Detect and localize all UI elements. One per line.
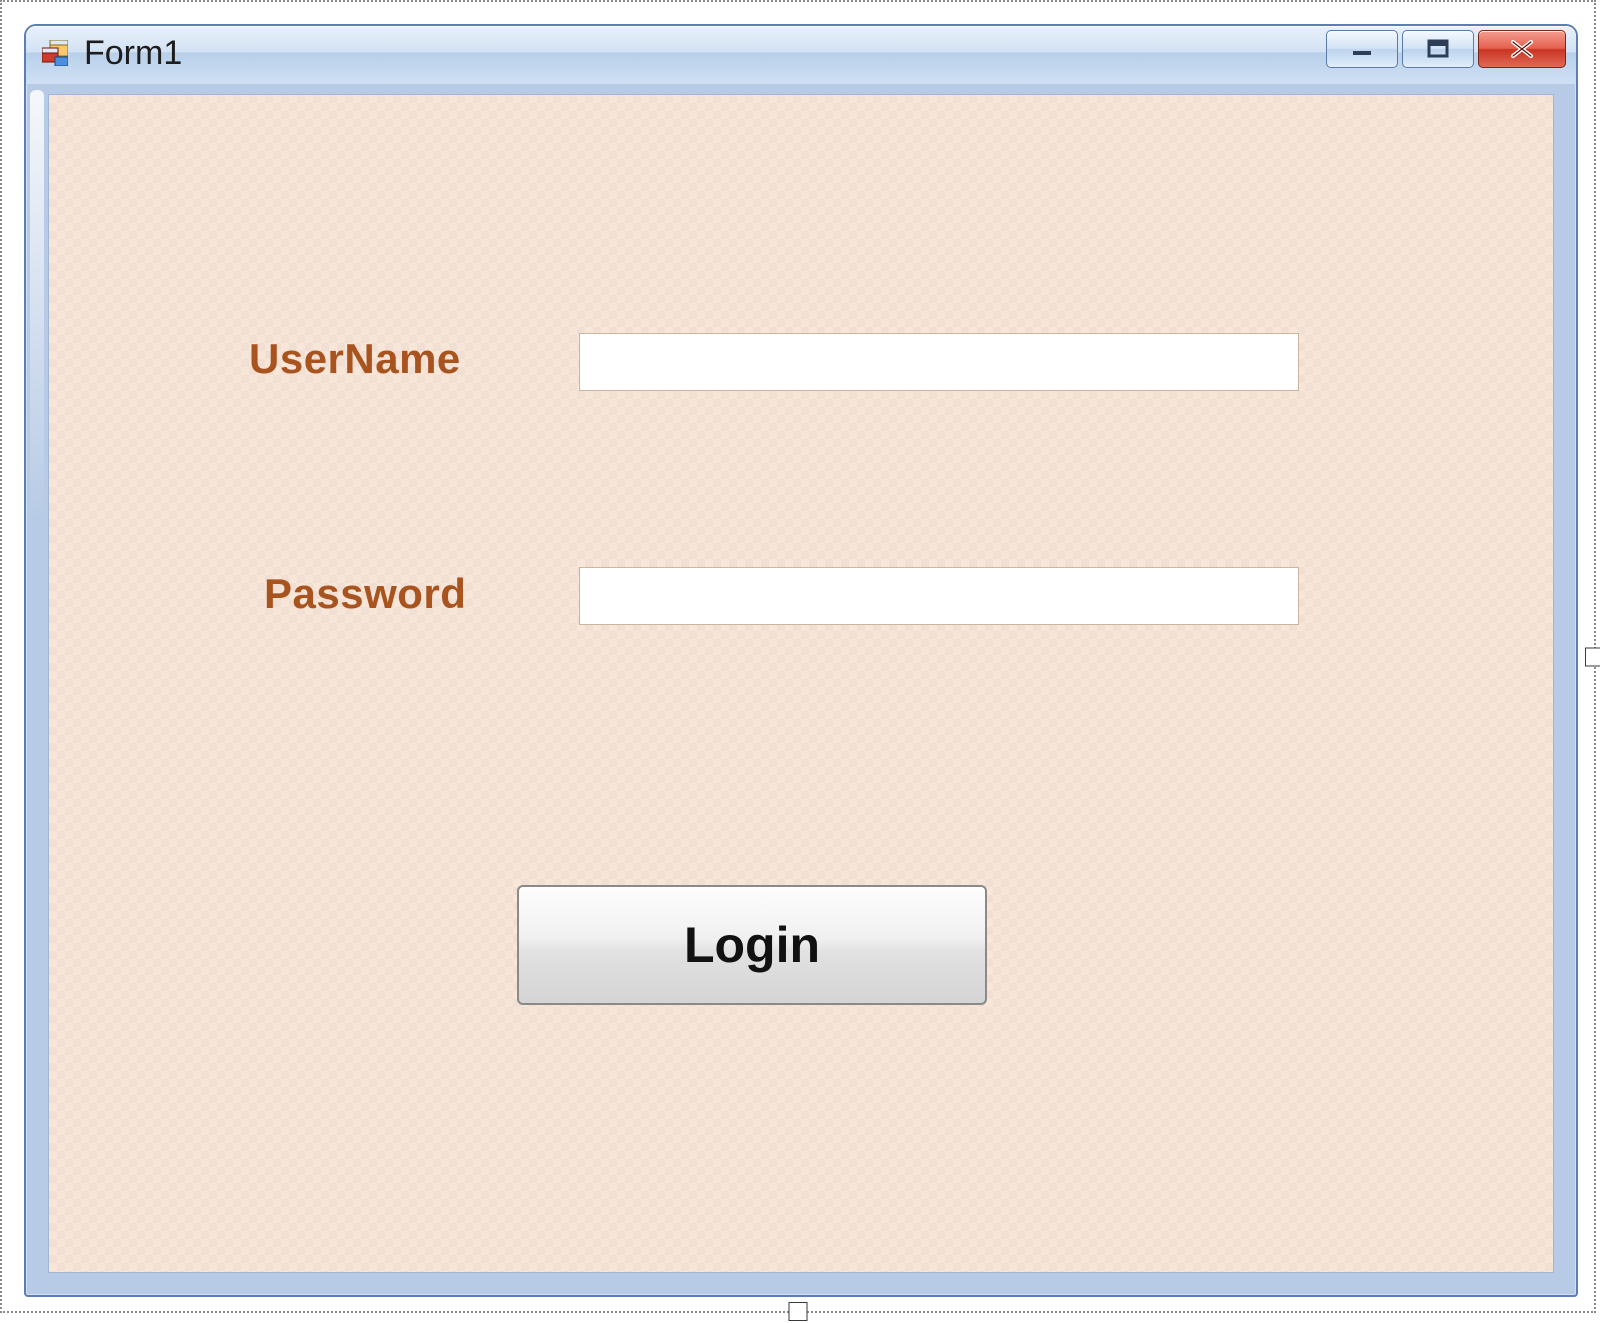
username-input[interactable] [579,333,1299,391]
password-input[interactable] [579,567,1299,625]
password-label: Password [264,570,466,618]
form-client-area: UserName Password Login [48,94,1554,1273]
window-title: Form1 [84,34,182,73]
window-titlebar[interactable]: Form1 [26,26,1576,84]
resize-handle-south[interactable] [789,1302,808,1321]
designer-canvas: Form1 [0,0,1596,1313]
form-window: Form1 [24,24,1578,1297]
maximize-button[interactable] [1402,30,1474,68]
minimize-icon [1349,40,1375,58]
close-button[interactable] [1478,30,1566,68]
username-label: UserName [249,335,461,383]
minimize-button[interactable] [1326,30,1398,68]
frame-highlight [30,90,44,520]
resize-handle-east[interactable] [1585,647,1600,666]
close-icon [1507,39,1537,59]
login-button[interactable]: Login [517,885,987,1005]
winforms-form-icon [42,40,68,66]
caption-buttons [1326,30,1566,68]
maximize-icon [1425,39,1451,59]
